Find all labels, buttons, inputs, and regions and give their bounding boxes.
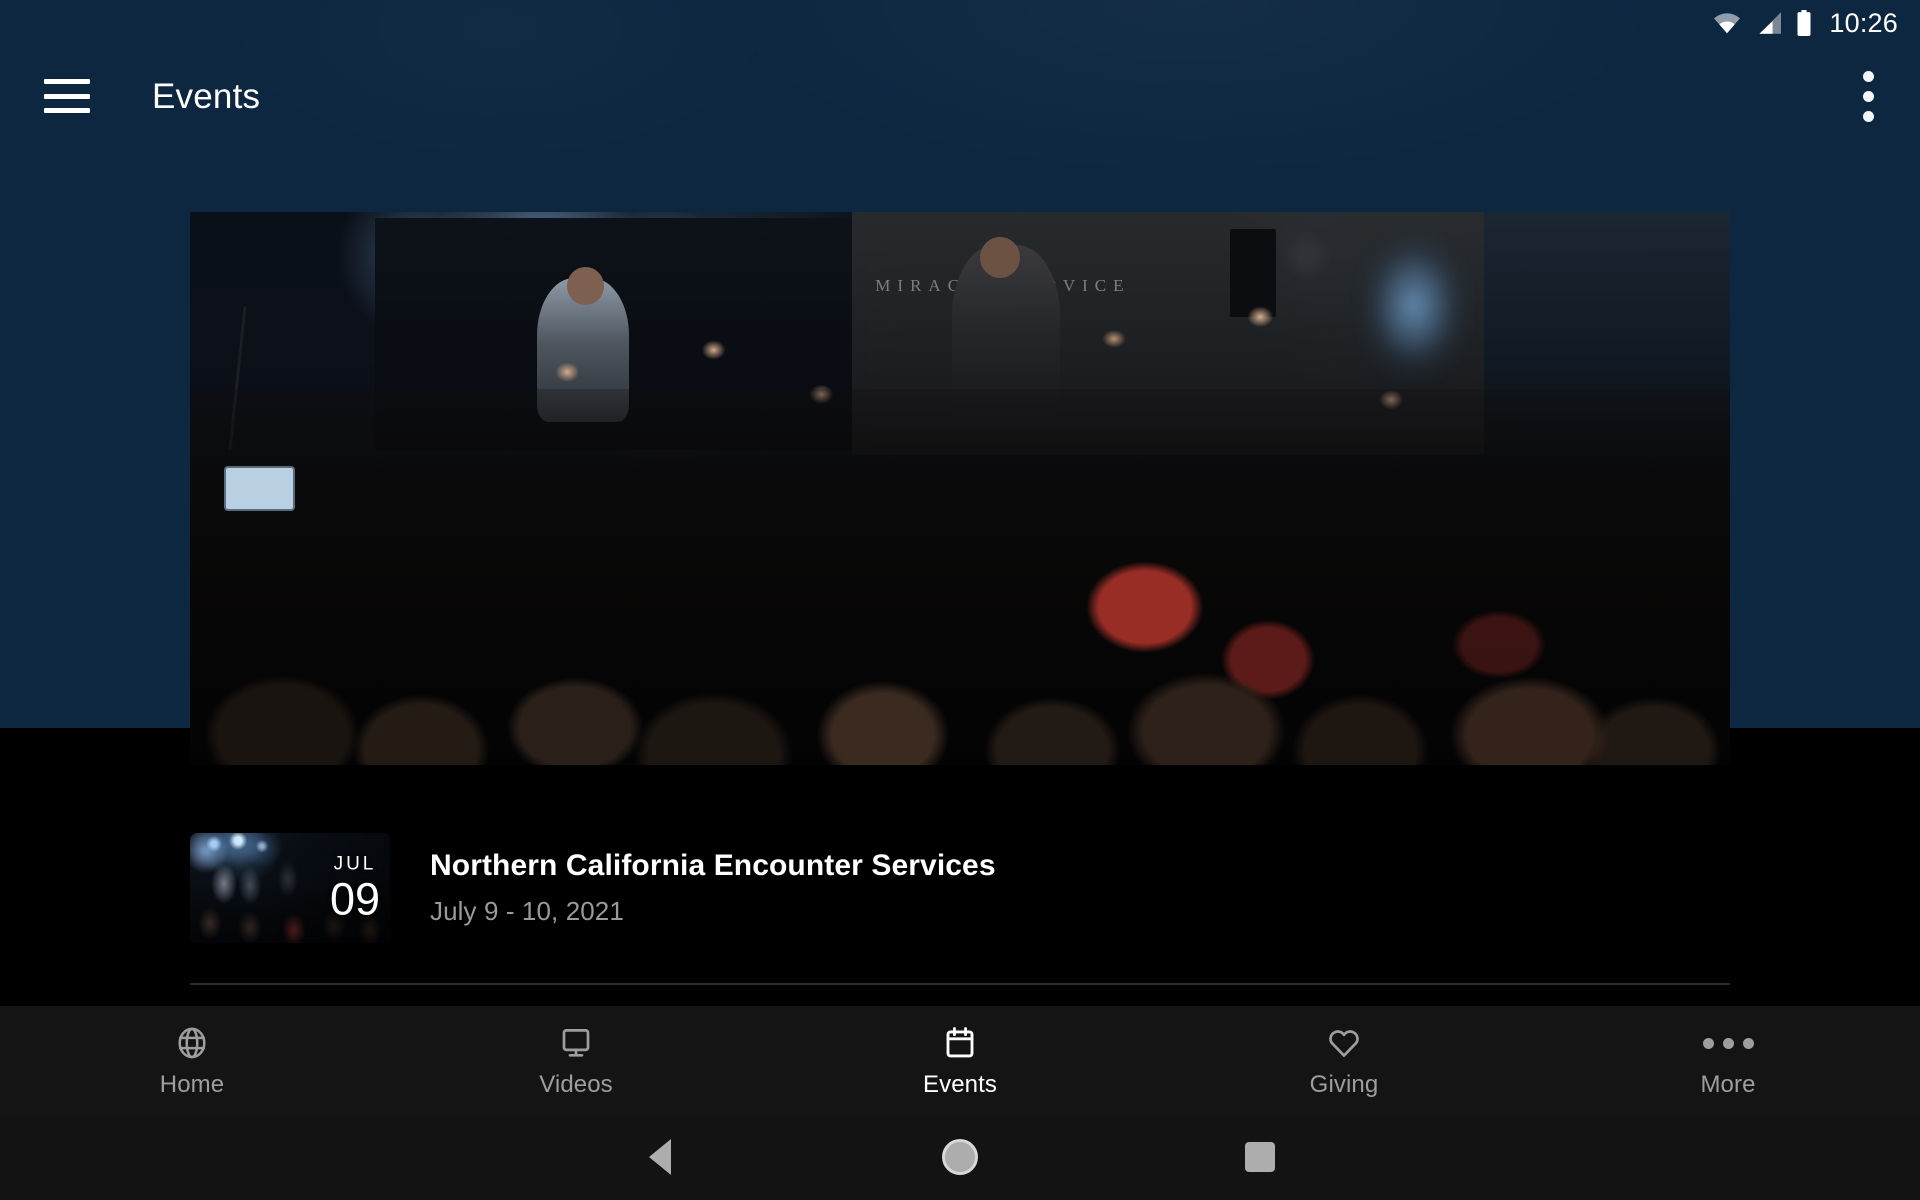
battery-icon <box>1796 10 1812 36</box>
status-time: 10:26 <box>1829 7 1898 38</box>
hero-phone-screen <box>223 466 295 511</box>
overflow-menu-icon[interactable] <box>1862 66 1874 126</box>
home-circle-icon <box>942 1139 978 1175</box>
cellular-signal-icon <box>1755 11 1783 35</box>
list-item[interactable]: JUL 09 Northern California Encounter Ser… <box>190 833 996 943</box>
ellipsis-icon <box>1702 1023 1754 1063</box>
tab-giving-label: Giving <box>1309 1071 1379 1098</box>
wifi-icon <box>1712 11 1742 35</box>
event-month: JUL <box>333 853 377 875</box>
back-triangle-icon <box>649 1139 671 1175</box>
status-bar: 10:26 <box>0 0 1920 46</box>
tab-giving[interactable]: Giving <box>1152 1006 1536 1114</box>
event-title: Northern California Encounter Services <box>430 849 996 883</box>
hero-speaker-head <box>980 236 1021 278</box>
android-system-nav <box>0 1114 1920 1200</box>
tab-home[interactable]: Home <box>0 1006 384 1114</box>
event-date-badge: JUL 09 <box>330 855 380 922</box>
globe-icon <box>174 1023 210 1063</box>
event-thumbnail: JUL 09 <box>190 833 390 943</box>
hamburger-menu-icon[interactable] <box>44 79 90 113</box>
event-hero-image[interactable]: MIRACLE SERVICE <box>190 212 1730 765</box>
list-divider <box>190 983 1730 985</box>
back-button[interactable] <box>510 1114 810 1200</box>
heart-icon <box>1326 1023 1362 1063</box>
calendar-icon <box>942 1023 978 1063</box>
recents-square-icon <box>1245 1142 1275 1172</box>
recents-button[interactable] <box>1110 1114 1410 1200</box>
tab-events[interactable]: Events <box>768 1006 1152 1114</box>
home-button[interactable] <box>810 1114 1110 1200</box>
tab-more-label: More <box>1700 1071 1756 1098</box>
tab-videos-label: Videos <box>539 1071 613 1098</box>
app-bar: Events <box>0 46 1920 146</box>
tab-more[interactable]: More <box>1536 1006 1920 1114</box>
monitor-icon <box>558 1023 594 1063</box>
page-title: Events <box>152 76 261 116</box>
event-day: 09 <box>329 873 380 925</box>
bottom-tab-bar: Home Videos Events Giving More <box>0 1006 1920 1114</box>
app-root: 10:26 Events MIRACLE SERVICE JUL 09 Nort… <box>0 0 1920 1200</box>
tab-events-label: Events <box>923 1071 997 1098</box>
events-list: JUL 09 Northern California Encounter Ser… <box>0 728 1920 1006</box>
tab-home-label: Home <box>159 1071 225 1098</box>
event-text-block: Northern California Encounter Services J… <box>430 849 996 927</box>
event-date-range: July 9 - 10, 2021 <box>430 895 624 926</box>
hero-congregation <box>190 388 1730 765</box>
tab-videos[interactable]: Videos <box>384 1006 768 1114</box>
